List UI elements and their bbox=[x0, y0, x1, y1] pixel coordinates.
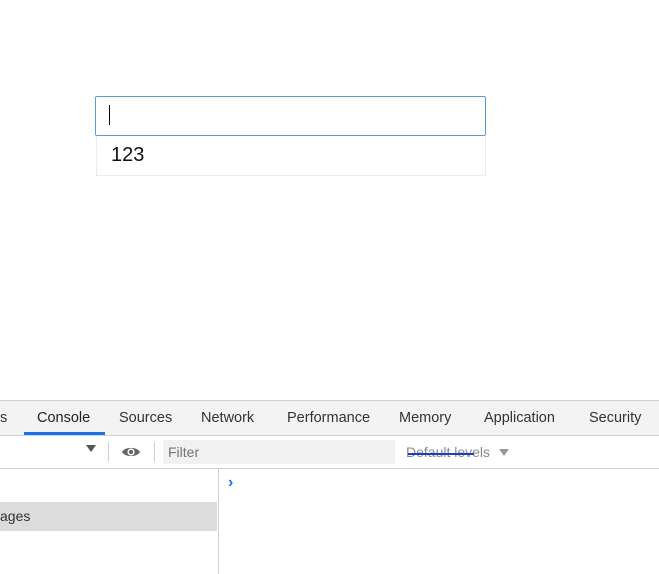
tab-console[interactable]: Console bbox=[37, 401, 90, 435]
tab-performance[interactable]: Performance bbox=[287, 401, 370, 435]
tab-application[interactable]: Application bbox=[484, 401, 555, 435]
log-levels-dropdown[interactable]: Default levels bbox=[406, 440, 490, 464]
tab-network[interactable]: Network bbox=[201, 401, 254, 435]
text-input[interactable] bbox=[95, 96, 486, 136]
devtools-panel: s Console Sources Network Performance Me… bbox=[0, 400, 659, 574]
console-toolbar: Default levels bbox=[0, 436, 659, 469]
tab-security[interactable]: Security bbox=[589, 401, 641, 435]
tab-memory[interactable]: Memory bbox=[399, 401, 451, 435]
context-dropdown-arrow-icon[interactable] bbox=[86, 445, 96, 452]
toolbar-divider bbox=[108, 442, 109, 462]
annotation-strike-line bbox=[408, 453, 474, 455]
levels-chevron-down-icon[interactable] bbox=[499, 449, 509, 456]
tab-sources[interactable]: Sources bbox=[119, 401, 172, 435]
autocomplete-suggestion[interactable]: 123 bbox=[96, 136, 486, 176]
eye-icon[interactable] bbox=[121, 445, 141, 459]
console-prompt-icon[interactable]: › bbox=[228, 475, 233, 491]
filter-input[interactable] bbox=[163, 440, 395, 464]
web-page-content: 123 bbox=[0, 0, 659, 400]
sidebar-item-messages[interactable]: ages bbox=[0, 502, 217, 531]
devtools-tab-bar: s Console Sources Network Performance Me… bbox=[0, 401, 659, 436]
text-caret bbox=[109, 105, 110, 125]
toolbar-divider bbox=[154, 442, 155, 462]
console-sidebar: ages bbox=[0, 469, 219, 574]
tab-elements-partial[interactable]: s bbox=[0, 401, 7, 435]
active-tab-indicator bbox=[24, 432, 105, 435]
